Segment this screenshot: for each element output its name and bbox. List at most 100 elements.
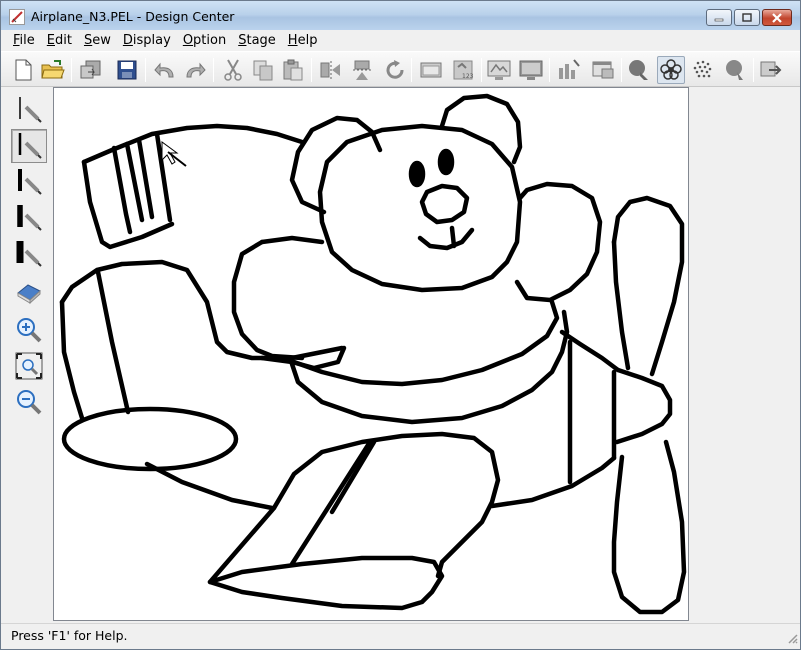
import-icon [80, 60, 101, 79]
save-button[interactable] [113, 56, 141, 84]
bear-airplane-line-art [59, 93, 687, 615]
export-button[interactable] [757, 56, 785, 84]
fill-stage-button[interactable] [721, 56, 749, 84]
pen-medium-icon [18, 133, 42, 159]
menu-mnemonic: S [83, 33, 93, 48]
menu-edit[interactable]: Edit [41, 33, 78, 48]
design-page-button[interactable] [417, 56, 445, 84]
zoom-in-tool[interactable] [11, 313, 47, 347]
import-button[interactable] [77, 56, 105, 84]
monitor-button[interactable] [517, 56, 545, 84]
open-button[interactable] [39, 56, 67, 84]
close-button[interactable] [762, 9, 792, 26]
rotate-button[interactable] [381, 56, 409, 84]
new-file-icon [15, 59, 32, 81]
app-icon[interactable] [9, 9, 25, 25]
mouse-cursor-icon [161, 141, 187, 167]
close-icon [772, 12, 782, 23]
paste-button[interactable] [279, 56, 307, 84]
menu-label: isplay [132, 33, 171, 48]
window-button[interactable] [589, 56, 617, 84]
menu-file[interactable]: File [7, 33, 41, 48]
copy-button[interactable] [249, 56, 277, 84]
tail-fin-bottom [81, 159, 175, 250]
drawing-canvas[interactable] [53, 87, 689, 621]
eraser-tool[interactable] [11, 277, 47, 311]
pen-thin-icon [19, 97, 42, 123]
pen-thick-icon [18, 169, 42, 195]
pen-thickest-tool[interactable] [11, 237, 47, 271]
flower-stitch-button[interactable] [657, 56, 685, 84]
stage-view-button[interactable] [485, 56, 513, 84]
menu-help[interactable]: Help [282, 33, 324, 48]
menu-label: ption [193, 33, 227, 48]
eraser-icon [17, 284, 41, 305]
flower-stitch-icon [660, 59, 682, 80]
numbered-page-button[interactable]: 123 [449, 56, 477, 84]
flip-vertical-button[interactable] [349, 56, 377, 84]
title-bar[interactable]: Airplane_N3.PEL - Design Center [1, 1, 800, 31]
window-icon [592, 61, 614, 79]
copy-icon [253, 60, 273, 81]
menu-option[interactable]: Option [177, 33, 232, 48]
pen-thick-tool[interactable] [11, 165, 47, 199]
redo-button[interactable] [181, 56, 209, 84]
menu-label: ew [92, 33, 111, 48]
app-window: Airplane_N3.PEL - Design Center File Edi… [0, 0, 801, 650]
minimize-button[interactable] [706, 9, 732, 26]
pen-thin-tool[interactable] [11, 93, 47, 127]
outline-stage-button[interactable] [625, 56, 653, 84]
menu-label: ile [19, 33, 35, 48]
menu-stage[interactable]: Stage [232, 33, 282, 48]
window-title: Airplane_N3.PEL - Design Center [31, 9, 235, 24]
sew-settings-icon [559, 59, 580, 79]
pen-thicker-icon [17, 205, 42, 231]
save-disk-icon [117, 60, 137, 80]
zoom-out-tool[interactable] [11, 385, 47, 419]
undo-button[interactable] [151, 56, 179, 84]
menu-mnemonic: H [287, 33, 298, 48]
zoom-fit-icon [15, 352, 43, 380]
resize-grip-icon[interactable] [786, 632, 798, 647]
toolbar: 123 [1, 51, 800, 87]
cut-scissors-icon [224, 59, 242, 81]
stipple-icon [693, 60, 712, 78]
zoom-fit-tool[interactable] [11, 349, 47, 383]
design-page-icon [420, 62, 442, 78]
zoom-out-icon [17, 390, 42, 415]
new-file-button[interactable] [9, 56, 37, 84]
menu-bar: File Edit Sew Display Option Stage Help [1, 30, 800, 51]
status-bar: Press 'F1' for Help. [1, 623, 800, 649]
undo-icon [154, 62, 174, 78]
menu-label: elp [297, 33, 318, 48]
maximize-button[interactable] [734, 9, 760, 26]
export-icon [760, 61, 782, 77]
numbered-page-icon: 123 [453, 60, 474, 80]
paste-icon [283, 59, 303, 81]
outline-stage-icon [629, 60, 648, 80]
menu-mnemonic: E [46, 33, 55, 48]
tool-palette [9, 91, 49, 425]
menu-mnemonic: D [122, 33, 133, 48]
monitor-icon [519, 60, 543, 80]
rotate-icon [386, 60, 404, 79]
cut-button[interactable] [219, 56, 247, 84]
pen-medium-tool[interactable] [11, 129, 47, 163]
sew-settings-button[interactable] [555, 56, 583, 84]
pen-thicker-tool[interactable] [11, 201, 47, 235]
pen-thickest-icon [16, 241, 42, 267]
redo-icon [186, 62, 206, 78]
svg-text:123: 123 [462, 73, 474, 80]
open-folder-icon [41, 60, 65, 79]
flip-horizontal-button[interactable] [317, 56, 345, 84]
menu-sew[interactable]: Sew [78, 33, 117, 48]
stage-view-icon [487, 60, 511, 80]
menu-label: dit [55, 33, 72, 48]
flip-vertical-icon [353, 60, 373, 80]
stipple-button[interactable] [689, 56, 717, 84]
minimize-icon [714, 18, 724, 21]
status-text: Press 'F1' for Help. [11, 628, 128, 643]
fill-stage-icon [726, 60, 743, 80]
menu-display[interactable]: Display [117, 33, 177, 48]
menu-label: tage [246, 33, 276, 48]
